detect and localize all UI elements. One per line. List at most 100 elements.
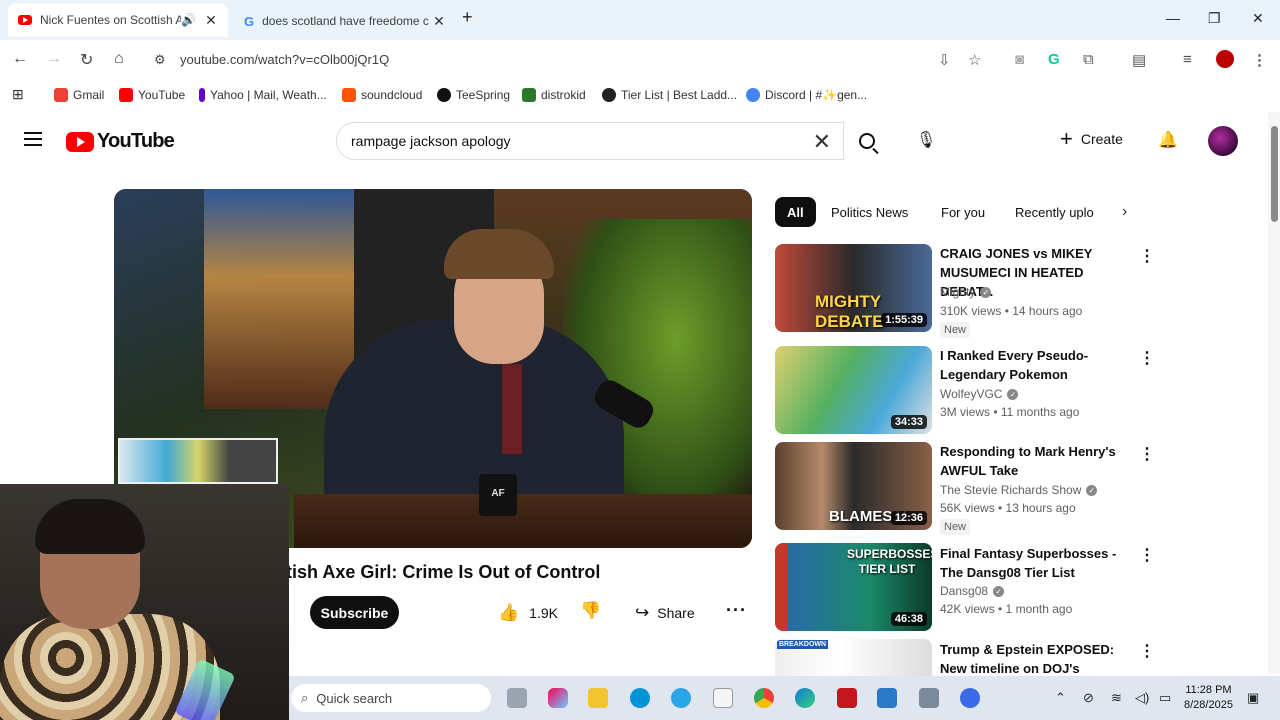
- battery-icon[interactable]: ▭: [1159, 690, 1171, 706]
- microphone-icon[interactable]: 🎙: [916, 130, 936, 150]
- related-title[interactable]: Final Fantasy Superbosses - The Dansg08 …: [940, 544, 1135, 582]
- related-title[interactable]: Responding to Mark Henry's AWFUL Take: [940, 442, 1135, 480]
- channel-name[interactable]: Dansg08 ✓: [940, 584, 1005, 598]
- search-input[interactable]: rampage jackson apology ✕: [336, 122, 844, 160]
- search-query[interactable]: rampage jackson apology: [351, 133, 511, 149]
- notification-center-icon[interactable]: ▣: [1247, 690, 1259, 706]
- browser-menu-icon[interactable]: ⋮: [1252, 51, 1267, 69]
- taskbar-clock[interactable]: 11:28 PM 8/28/2025: [1184, 683, 1233, 713]
- site-info-icon[interactable]: ⚙: [154, 52, 166, 68]
- home-icon[interactable]: ⌂: [114, 50, 124, 68]
- tab-google[interactable]: G does scotland have freedome c ✕: [236, 6, 454, 36]
- photos-icon[interactable]: [877, 688, 897, 708]
- show-hidden-icons-icon[interactable]: ⌃: [1055, 690, 1066, 706]
- minimize-button[interactable]: —: [1166, 10, 1180, 26]
- close-window-button[interactable]: ✕: [1252, 10, 1264, 27]
- file-explorer-icon[interactable]: [588, 688, 608, 708]
- copilot-icon[interactable]: [548, 688, 568, 708]
- more-actions-icon[interactable]: ···: [726, 600, 747, 621]
- bookmark-distrokid[interactable]: distrokid: [522, 88, 586, 102]
- related-video[interactable]: MIGHTY DEBATE 1:55:39 CRAIG JONES vs MIK…: [775, 244, 1155, 338]
- dislike-button[interactable]: 👎: [580, 601, 601, 621]
- grammarly-icon[interactable]: G: [1048, 51, 1060, 68]
- hamburger-menu-icon[interactable]: [24, 132, 42, 146]
- network-off-icon[interactable]: ⊘: [1083, 690, 1094, 706]
- related-video[interactable]: 34:33 I Ranked Every Pseudo-Legendary Po…: [775, 346, 1155, 436]
- forward-arrow-icon[interactable]: →: [46, 50, 62, 68]
- youtube-logo[interactable]: YouTube: [66, 130, 175, 153]
- speaker-icon[interactable]: 🔊: [181, 13, 196, 27]
- extensions-icon[interactable]: ⧉: [1083, 51, 1094, 68]
- video-menu-icon[interactable]: ⋮: [1139, 444, 1155, 464]
- channel-name[interactable]: Mighty ✓: [940, 285, 992, 299]
- scrollbar-thumb[interactable]: [1271, 126, 1278, 222]
- video-thumbnail[interactable]: SUPERBOSSES TIER LIST 46:38: [775, 543, 932, 631]
- video-menu-icon[interactable]: ⋮: [1139, 641, 1155, 661]
- like-button[interactable]: 👍 1.9K: [498, 603, 558, 623]
- taskbar-search[interactable]: ⌕ Quick search: [291, 684, 491, 712]
- share-button[interactable]: ↪ Share: [635, 603, 695, 623]
- video-menu-icon[interactable]: ⋮: [1139, 545, 1155, 565]
- search-button[interactable]: [844, 122, 890, 160]
- channel-name[interactable]: WolfeyVGC ✓: [940, 387, 1019, 401]
- video-duration: 46:38: [890, 612, 927, 626]
- notepad-icon[interactable]: [713, 688, 733, 708]
- related-video[interactable]: BREAKDOWN Trump & Epstein EXPOSED: New t…: [775, 639, 1155, 676]
- related-title[interactable]: I Ranked Every Pseudo-Legendary Pokemon: [940, 346, 1135, 384]
- subscribe-button[interactable]: Subscribe: [310, 596, 399, 629]
- edge-icon[interactable]: [795, 688, 815, 708]
- volume-icon[interactable]: ◁): [1135, 690, 1149, 706]
- address-bar[interactable]: youtube.com/watch?v=cOlb00jQr1Q: [180, 52, 389, 67]
- video-thumbnail[interactable]: MIGHTY DEBATE 1:55:39: [775, 244, 932, 332]
- back-arrow-icon[interactable]: ←: [12, 50, 28, 68]
- apps-grid-icon[interactable]: ⊞: [12, 86, 24, 103]
- bookmark-soundcloud[interactable]: soundcloud: [342, 88, 422, 102]
- side-panel-icon[interactable]: ▤: [1132, 51, 1146, 69]
- related-video[interactable]: SUPERBOSSES TIER LIST 46:38 Final Fantas…: [775, 543, 1155, 633]
- bookmark-discord[interactable]: Discord | #✨gen...: [746, 88, 867, 102]
- bookmark-star-icon[interactable]: ☆: [968, 51, 981, 69]
- snipping-tool-icon[interactable]: [960, 688, 980, 708]
- chrome-icon[interactable]: [754, 688, 774, 708]
- video-thumbnail[interactable]: BREAKDOWN: [775, 639, 932, 676]
- chip-recently-uploaded[interactable]: Recently uplo: [1003, 197, 1105, 227]
- reload-icon[interactable]: ↻: [80, 50, 93, 70]
- mcafee-icon[interactable]: [837, 688, 857, 708]
- tab-youtube[interactable]: Nick Fuentes on Scottish A 🔊 ✕: [8, 3, 228, 37]
- profile-avatar-icon[interactable]: [1216, 50, 1234, 68]
- related-video[interactable]: BLAMES V 12:36 Responding to Mark Henry'…: [775, 442, 1155, 535]
- chip-all[interactable]: All: [775, 197, 816, 227]
- bookmark-teespring[interactable]: TeeSpring: [437, 88, 510, 102]
- bookmark-yahoo[interactable]: Yahoo | Mail, Weath...: [199, 88, 327, 102]
- media-control-icon[interactable]: ≡: [1183, 51, 1192, 68]
- chip-politics-news[interactable]: Politics News: [819, 197, 921, 227]
- related-title[interactable]: Trump & Epstein EXPOSED: New timeline on…: [940, 640, 1135, 676]
- maximize-button[interactable]: ❐: [1208, 10, 1221, 27]
- close-tab-icon[interactable]: ✕: [204, 12, 218, 29]
- app-icon[interactable]: [919, 688, 939, 708]
- video-menu-icon[interactable]: ⋮: [1139, 246, 1155, 266]
- clear-search-icon[interactable]: ✕: [813, 129, 831, 155]
- bookmark-tierlist[interactable]: Tier List | Best Ladd...: [602, 88, 737, 102]
- video-thumbnail[interactable]: BLAMES V 12:36: [775, 442, 932, 530]
- video-menu-icon[interactable]: ⋮: [1139, 348, 1155, 368]
- weather-app-icon[interactable]: [671, 688, 691, 708]
- install-app-icon[interactable]: ⇩: [938, 51, 951, 69]
- new-tab-button[interactable]: +: [462, 7, 473, 28]
- bookmark-youtube[interactable]: YouTube: [119, 88, 185, 102]
- bookmark-gmail[interactable]: Gmail: [54, 88, 104, 102]
- page-scrollbar[interactable]: [1268, 112, 1280, 674]
- close-tab-icon[interactable]: ✕: [432, 13, 446, 30]
- video-meta: 42K views • 1 month ago: [940, 602, 1073, 616]
- wifi-icon[interactable]: ≋: [1111, 690, 1122, 706]
- notifications-bell-icon[interactable]: 🔔: [1158, 130, 1178, 150]
- task-view-icon[interactable]: [507, 688, 527, 708]
- video-thumbnail[interactable]: 34:33: [775, 346, 932, 434]
- hp-icon[interactable]: [630, 688, 650, 708]
- chip-for-you[interactable]: For you: [929, 197, 998, 227]
- channel-name[interactable]: The Stevie Richards Show ✓: [940, 483, 1098, 497]
- account-avatar[interactable]: [1208, 126, 1238, 156]
- create-button[interactable]: + Create: [1060, 128, 1123, 150]
- chevron-right-icon[interactable]: ›: [1122, 203, 1127, 221]
- camera-icon[interactable]: ◙: [1015, 51, 1024, 68]
